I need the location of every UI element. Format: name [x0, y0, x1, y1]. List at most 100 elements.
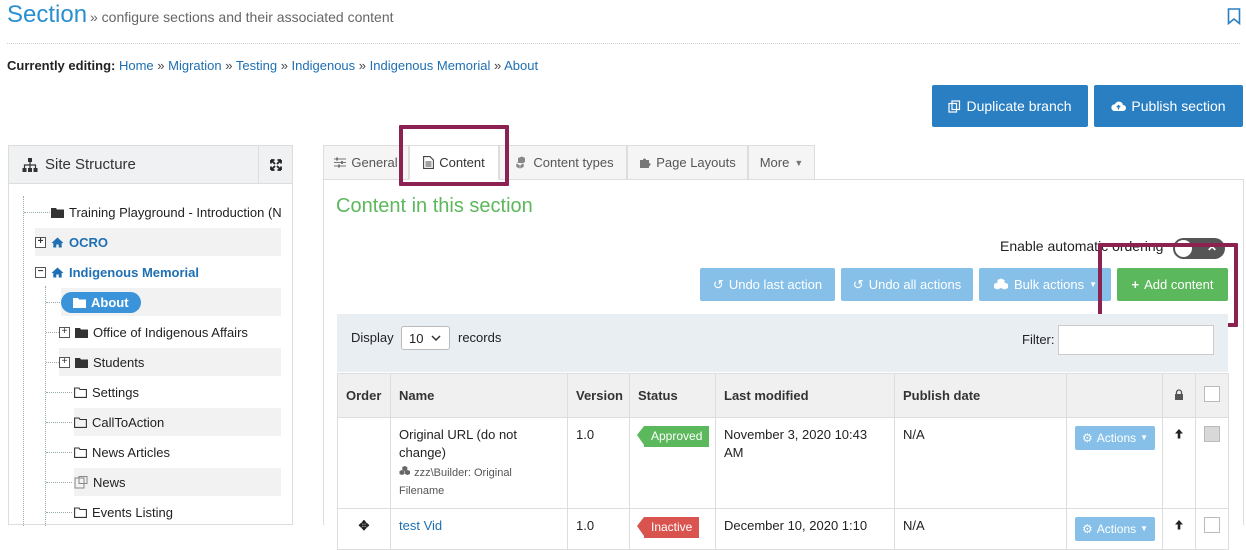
gear-icon: ⚙ — [1082, 431, 1093, 445]
duplicate-branch-label: Duplicate branch — [966, 98, 1072, 114]
home-icon — [51, 267, 64, 277]
tree-item-settings[interactable]: Settings — [74, 378, 281, 406]
name-cell: Original URL (do not change) zzz\Builder… — [390, 417, 568, 509]
column-header-publish-date[interactable]: Publish date — [894, 373, 1067, 418]
content-name-link[interactable]: test Vid — [399, 518, 442, 533]
column-header-actions — [1066, 373, 1163, 418]
tree-item-label: Office of Indigenous Affairs — [93, 324, 248, 340]
breadcrumb-migration[interactable]: Migration — [168, 58, 221, 73]
tree-item-students[interactable]: + Students — [59, 348, 281, 376]
actions-cell: ⚙ Actions ▼ — [1066, 417, 1163, 509]
drag-handle-icon[interactable]: ✥ — [359, 518, 370, 533]
move-cell — [1162, 417, 1196, 509]
tree-item-indigenous-memorial[interactable]: − Indigenous Memorial — [35, 258, 281, 286]
expand-icon[interactable] — [258, 146, 292, 183]
caret-down-icon: ▼ — [1089, 280, 1097, 289]
tree-item-news-articles[interactable]: News Articles — [74, 438, 281, 466]
version-cell: 1.0 — [567, 508, 630, 550]
table-row: ✥ test Vid 1.0 Inactive December 10, 202… — [337, 508, 1229, 550]
expand-plus-icon[interactable]: + — [59, 326, 70, 338]
publish-section-label: Publish section — [1131, 98, 1226, 114]
publish-date-cell: N/A — [894, 417, 1067, 509]
bookmark-icon[interactable] — [1227, 8, 1241, 25]
tree-item-label: News Articles — [92, 444, 171, 460]
column-header-status[interactable]: Status — [629, 373, 716, 418]
column-header-name[interactable]: Name — [390, 373, 568, 418]
tab-general[interactable]: General — [323, 145, 409, 180]
folder-icon — [73, 297, 86, 308]
select-all-checkbox[interactable] — [1204, 386, 1220, 402]
tree-item-events-listing[interactable]: Events Listing — [74, 498, 281, 526]
collapse-minus-icon[interactable]: − — [35, 266, 46, 278]
move-cell — [1162, 508, 1196, 550]
tree-item-training-playground[interactable]: Training Playground - Introduction (N — [51, 198, 291, 226]
table-row: Original URL (do not change) zzz\Builder… — [337, 417, 1229, 509]
breadcrumb-about[interactable]: About — [504, 58, 538, 73]
bulk-actions-button[interactable]: Bulk actions ▼ — [979, 268, 1111, 301]
actions-dropdown-button[interactable]: ⚙ Actions ▼ — [1075, 426, 1156, 450]
arrow-up-icon[interactable] — [1174, 428, 1184, 439]
page-subtitle: » configure sections and their associate… — [90, 9, 394, 25]
breadcrumb-indigenous-memorial[interactable]: Indigenous Memorial — [370, 58, 491, 73]
lock-icon — [1175, 389, 1183, 400]
content-type-label: zzz\Builder: Original Filename — [399, 467, 512, 497]
last-modified-cell: December 10, 2020 1:10 — [715, 508, 895, 550]
folder-open-icon — [74, 416, 87, 428]
tree-item-selected[interactable]: About — [61, 291, 141, 313]
cloud-upload-icon — [1111, 101, 1127, 111]
bulk-actions-label: Bulk actions — [1013, 277, 1085, 292]
gear-icon: ⚙ — [1082, 522, 1093, 536]
tab-page-layouts[interactable]: Page Layouts — [627, 145, 748, 180]
cubes-icon — [993, 278, 1008, 290]
expand-plus-icon[interactable]: + — [59, 356, 70, 368]
column-header-last-modified[interactable]: Last modified — [715, 373, 895, 418]
tree-item-calltoaction[interactable]: CallToAction — [74, 408, 281, 436]
content-section-title: Content in this section — [336, 195, 533, 217]
column-header-order[interactable]: Order — [337, 373, 391, 418]
folder-open-icon — [74, 506, 87, 518]
status-cell: Approved — [629, 417, 716, 509]
tab-label: General — [351, 155, 398, 170]
row-checkbox[interactable] — [1204, 517, 1220, 533]
order-cell: ✥ — [337, 508, 391, 550]
tree-item-about[interactable]: About — [61, 288, 281, 316]
cubes-icon — [399, 466, 410, 475]
breadcrumb-testing[interactable]: Testing — [236, 58, 277, 73]
sliders-icon — [334, 157, 347, 168]
tab-more[interactable]: More ▼ — [748, 145, 815, 180]
breadcrumb-home[interactable]: Home — [119, 58, 154, 73]
folder-open-icon — [74, 386, 87, 398]
tab-content-types[interactable]: Content types — [499, 145, 627, 180]
duplicate-branch-button[interactable]: Duplicate branch — [932, 85, 1088, 127]
breadcrumb-sep: » — [358, 58, 367, 73]
undo-icon: ↺ — [852, 276, 864, 292]
cubes-icon — [516, 156, 526, 169]
tree-item-label: Students — [93, 354, 145, 370]
header-divider — [7, 43, 1240, 44]
name-cell: test Vid — [390, 508, 568, 550]
records-per-page-select[interactable]: 10 — [401, 326, 450, 350]
publish-section-button[interactable]: Publish section — [1094, 85, 1243, 127]
tree-item-label: About — [91, 294, 129, 310]
version-cell: 1.0 — [567, 417, 630, 509]
tree-item-ocro[interactable]: + OCRO — [35, 228, 281, 256]
records-label: records — [458, 330, 502, 345]
undo-icon: ↺ — [712, 276, 724, 292]
expand-plus-icon[interactable]: + — [35, 236, 46, 248]
status-badge: Approved — [636, 426, 710, 447]
caret-down-icon: ▼ — [1140, 524, 1149, 533]
order-cell — [337, 417, 391, 509]
undo-last-action-button[interactable]: ↺ Undo last action — [700, 268, 835, 301]
row-checkbox[interactable] — [1204, 426, 1220, 442]
undo-all-actions-button[interactable]: ↺ Undo all actions — [841, 268, 973, 301]
actions-dropdown-button[interactable]: ⚙ Actions ▼ — [1075, 517, 1156, 541]
filter-input[interactable] — [1058, 325, 1214, 355]
sitemap-icon — [22, 158, 38, 172]
breadcrumb-indigenous[interactable]: Indigenous — [292, 58, 356, 73]
tree-item-office-of-indigenous-affairs[interactable]: + Office of Indigenous Affairs — [59, 318, 281, 346]
home-icon — [51, 237, 64, 247]
column-header-version[interactable]: Version — [567, 373, 630, 418]
copy-icon — [948, 99, 961, 113]
tree-item-label: Indigenous Memorial — [69, 264, 200, 280]
tree-item-news[interactable]: News — [74, 468, 281, 496]
